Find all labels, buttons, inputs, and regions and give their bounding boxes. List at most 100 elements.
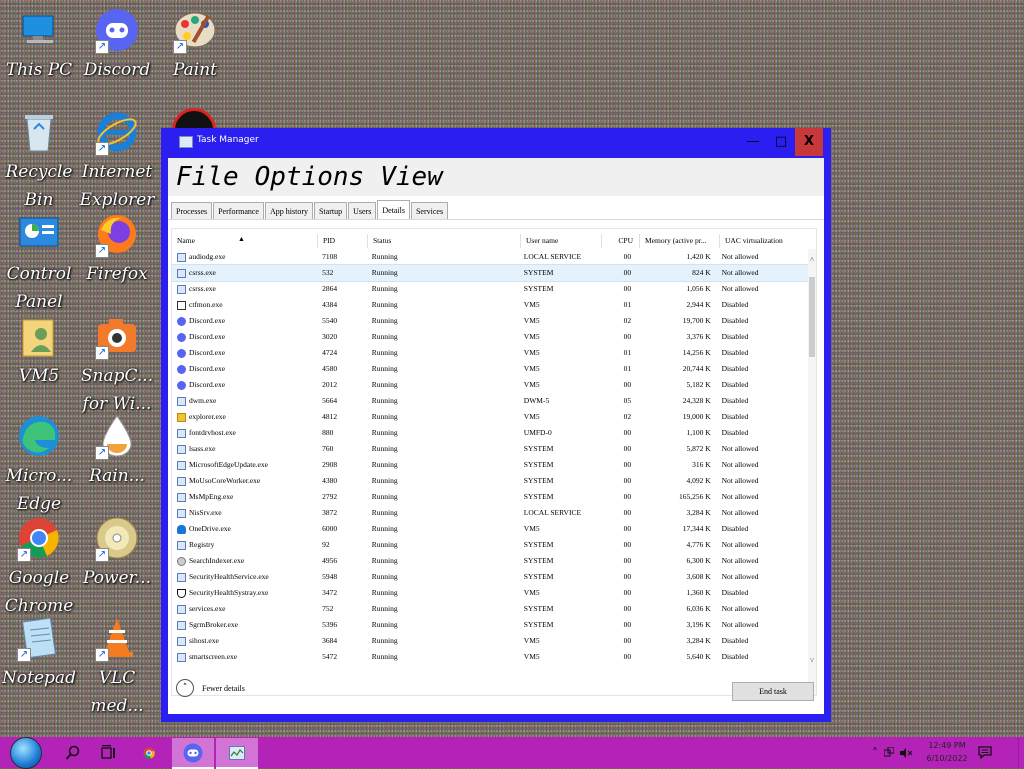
tab-app-history[interactable]: App history [264, 202, 313, 220]
desktop-icon-snapcamera[interactable]: ↗ SnapC... for Wi... [78, 314, 156, 418]
desktop-icon-discord[interactable]: ↗ Discord [78, 8, 156, 84]
minimize-button[interactable]: — [739, 128, 767, 156]
desktop-icon-label: Control Panel [6, 264, 72, 312]
column-header-status[interactable]: Status [368, 234, 521, 248]
desktop-icon-internet-explorer[interactable]: ↗ Internet Explorer [78, 110, 156, 214]
desktop-icon-microsoft-edge[interactable]: Micro... Edge [0, 414, 78, 518]
table-row[interactable]: MsMpEng.exe 2792 Running SYSTEM 00 165,256 K N… [172, 489, 816, 505]
table-row[interactable]: Discord.exe 2012 Running VM5 00 5,182 K Disabl… [172, 377, 816, 393]
taskbar-app-discord[interactable] [172, 738, 214, 769]
partially-hidden-desktop-icon[interactable] [172, 108, 216, 128]
fewer-details-button[interactable]: ˄ Fewer details [176, 679, 245, 697]
action-center-button[interactable] [974, 737, 996, 768]
cell-cpu: 00 [623, 460, 632, 469]
table-row[interactable]: csrss.exe 2864 Running SYSTEM 00 1,056 K Not a… [172, 281, 816, 297]
cell-memory: 17,344 K [682, 524, 711, 533]
desktop-icon-powerdvd[interactable]: ↗ Power... [78, 516, 156, 592]
table-row[interactable]: Discord.exe 4580 Running VM5 01 20,744 K Disab… [172, 361, 816, 377]
table-row[interactable]: SecurityHealthSystray.exe 3472 Running VM5 0… [172, 585, 816, 601]
taskbar-app-chrome[interactable] [132, 737, 166, 768]
table-row[interactable]: ctfmon.exe 4384 Running VM5 01 2,944 K Disable… [172, 297, 816, 313]
process-name: Discord.exe [189, 364, 226, 373]
table-row[interactable]: OneDrive.exe 6000 Running VM5 00 17,344 K Disa… [172, 521, 816, 537]
column-header-memory[interactable]: Memory (active pr... [640, 234, 720, 248]
details-grid: Name ▲ PID Status User name CPU Memory (… [171, 228, 817, 696]
process-name: explorer.exe [189, 412, 226, 421]
network-icon[interactable] [884, 746, 894, 759]
table-row[interactable]: Discord.exe 4724 Running VM5 01 14,256 K Disab… [172, 345, 816, 361]
tab-users[interactable]: Users [348, 202, 377, 220]
title-bar[interactable]: Task Manager — □ X [161, 128, 831, 156]
table-row[interactable]: Discord.exe 3020 Running VM5 00 3,376 K Disabl… [172, 329, 816, 345]
table-row[interactable]: SecurityHealthService.exe 5948 Running SYST… [172, 569, 816, 585]
maximize-button[interactable]: □ [767, 128, 795, 156]
desktop-icon-notepad[interactable]: ↗ Notepad [0, 616, 78, 692]
table-row[interactable]: dwm.exe 5664 Running DWM-5 05 24,328 K Disable… [172, 393, 816, 409]
table-row[interactable]: sihost.exe 3684 Running VM5 00 3,284 K Disable… [172, 633, 816, 649]
tab-details[interactable]: Details [377, 200, 410, 220]
cell-uac-virtualization: Disabled [721, 396, 749, 405]
cell-name: MicrosoftEdgeUpdate.exe [172, 457, 317, 473]
show-hidden-icons-chevron-icon[interactable]: ˄ [872, 746, 878, 760]
table-row[interactable]: SearchIndexer.exe 4956 Running SYSTEM 00 6,30… [172, 553, 816, 569]
task-manager-window: Task Manager — □ X File Options View Pro… [161, 128, 831, 722]
table-row[interactable]: SgrmBroker.exe 5396 Running SYSTEM 00 3,196 K… [172, 617, 816, 633]
scroll-down-arrow-icon[interactable]: ˅ [808, 656, 816, 665]
desktop-icon-firefox[interactable]: ↗ Firefox [78, 212, 156, 288]
cell-pid: 4380 [322, 476, 338, 485]
process-name: SecurityHealthSystray.exe [189, 588, 269, 597]
process-rows: audiodg.exe 7108 Running LOCAL SERVICE 00 1,4… [172, 249, 816, 665]
tab-startup[interactable]: Startup [313, 202, 348, 220]
table-row[interactable]: audiodg.exe 7108 Running LOCAL SERVICE 00 1,4… [172, 249, 816, 265]
desktop-icon-control-panel[interactable]: Control Panel [0, 212, 78, 316]
vertical-scrollbar[interactable]: ˄ ˅ [808, 249, 816, 695]
search-button[interactable] [58, 737, 88, 768]
start-button[interactable] [8, 736, 44, 769]
tab-performance[interactable]: Performance [213, 202, 264, 220]
menu-options[interactable]: Options [255, 162, 365, 192]
table-row[interactable]: smartscreen.exe 5472 Running VM5 00 5,640 K Di… [172, 649, 816, 665]
show-desktop-button[interactable] [1018, 737, 1024, 768]
scrollbar-thumb[interactable] [809, 277, 815, 357]
column-header-user-name[interactable]: User name [521, 234, 602, 248]
cell-pid: 3872 [322, 508, 338, 517]
table-row[interactable]: MoUsoCoreWorker.exe 4380 Running SYSTEM 00 4,… [172, 473, 816, 489]
table-row[interactable]: MicrosoftEdgeUpdate.exe 2908 Running SYSTEM… [172, 457, 816, 473]
cell-user-name: UMFD-0 [523, 428, 552, 437]
column-header-cpu[interactable]: CPU [602, 234, 640, 248]
desktop-icon-google-chrome[interactable]: ↗ Google Chrome [0, 516, 78, 620]
desktop-icon-this-pc[interactable]: This PC [0, 8, 78, 84]
table-row[interactable]: NisSrv.exe 3872 Running LOCAL SERVICE 00 3,28… [172, 505, 816, 521]
column-header-pid[interactable]: PID [318, 234, 368, 248]
tab-processes[interactable]: Processes [171, 202, 213, 220]
process-name: MicrosoftEdgeUpdate.exe [189, 460, 268, 469]
menu-file[interactable]: File [176, 162, 239, 192]
column-header-uac-virtualization[interactable]: UAC virtualization [720, 234, 816, 248]
desktop-icon-recycle-bin[interactable]: Recycle Bin [0, 110, 78, 214]
cell-name: Discord.exe [172, 329, 317, 345]
table-row[interactable]: csrss.exe 532 Running SYSTEM 00 824 K Not allo… [172, 264, 816, 282]
table-row[interactable]: Discord.exe 5540 Running VM5 02 19,700 K Disab… [172, 313, 816, 329]
desktop-icon-vm5[interactable]: VM5 [0, 314, 78, 390]
table-row[interactable]: lsass.exe 760 Running SYSTEM 00 5,872 K Not al… [172, 441, 816, 457]
table-row[interactable]: services.exe 752 Running SYSTEM 00 6,036 K Not… [172, 601, 816, 617]
menu-view[interactable]: View [380, 162, 443, 192]
taskbar-app-task-manager[interactable] [216, 738, 258, 769]
task-view-button[interactable] [94, 737, 124, 768]
shortcut-arrow-icon: ↗ [17, 548, 31, 562]
table-row[interactable]: explorer.exe 4812 Running VM5 02 19,000 K Disa… [172, 409, 816, 425]
desktop-icon-rainmeter[interactable]: ↗ Rain... [78, 414, 156, 490]
cell-pid: 5396 [322, 620, 338, 629]
close-button[interactable]: X [795, 128, 823, 156]
desktop-icon-vlc[interactable]: ↗ VLC med... [78, 616, 156, 720]
desktop-icon-paint[interactable]: ↗ Paint [156, 8, 234, 84]
tab-services[interactable]: Services [410, 202, 449, 220]
table-row[interactable]: Registry 92 Running SYSTEM 00 4,776 K Not allo… [172, 537, 816, 553]
column-header-name[interactable]: Name ▲ [172, 234, 318, 248]
scroll-up-arrow-icon[interactable]: ˄ [808, 255, 816, 264]
speaker-muted-icon[interactable] [899, 747, 913, 759]
cell-pid: 5540 [322, 316, 338, 325]
end-task-button[interactable]: End task [732, 682, 814, 701]
taskbar-clock[interactable]: 12:49 PM 6/10/2022 [922, 739, 972, 765]
table-row[interactable]: fontdrvhost.exe 880 Running UMFD-0 00 1,100 K… [172, 425, 816, 441]
